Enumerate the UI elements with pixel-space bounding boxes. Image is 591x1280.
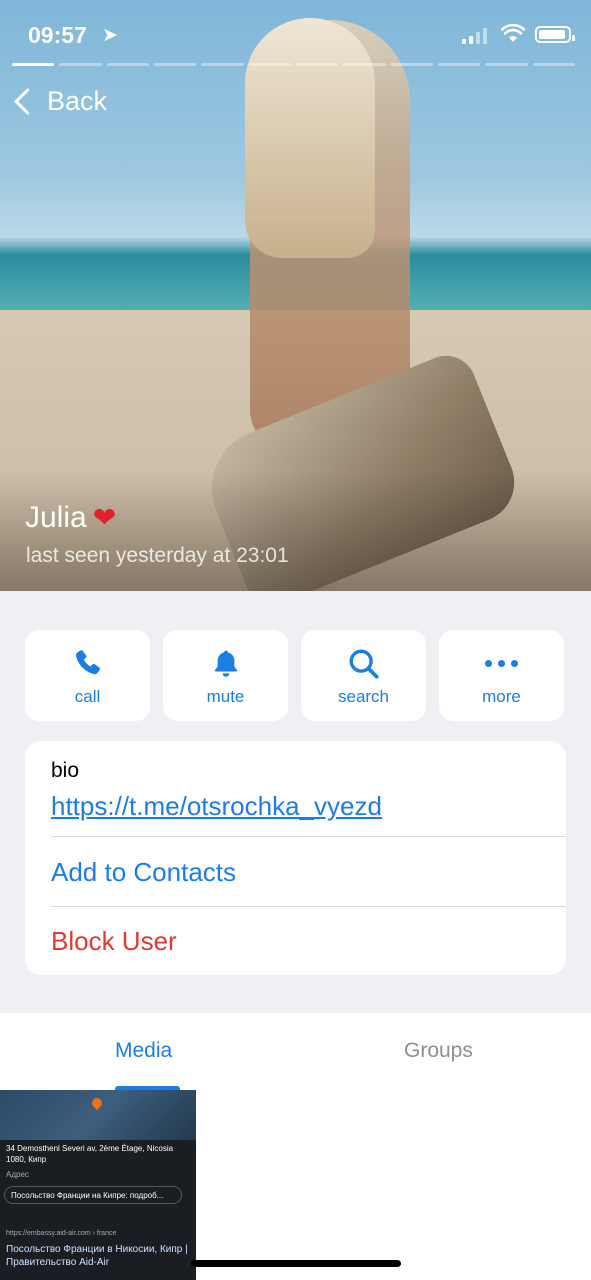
thumb-address: 34 Demosthenl Severi av, 2ème Étage, Nic… xyxy=(6,1144,174,1164)
phone-icon xyxy=(75,649,100,674)
action-bar: call mute search more xyxy=(25,630,566,721)
more-icon xyxy=(485,660,518,667)
map-pin-icon xyxy=(89,1095,105,1111)
thumb-source: https://embassy.aid-air.com › france xyxy=(6,1230,117,1237)
search-label: search xyxy=(337,686,390,706)
add-to-contacts-button[interactable]: Add to Contacts xyxy=(51,857,236,888)
back-button[interactable]: Back xyxy=(12,86,107,117)
block-user-button[interactable]: Block User xyxy=(51,926,177,957)
story-progress xyxy=(12,63,575,67)
divider xyxy=(51,836,566,837)
more-button[interactable]: more xyxy=(439,630,564,721)
mute-button[interactable]: mute xyxy=(163,630,288,721)
bio-link[interactable]: https://t.me/otsrochka_vyezd xyxy=(51,791,382,822)
call-button[interactable]: call xyxy=(25,630,150,721)
tab-groups[interactable]: Groups xyxy=(404,1039,473,1063)
heart-icon: ❤ xyxy=(92,502,117,533)
bio-label: bio xyxy=(51,759,80,782)
status-time: 09:57 xyxy=(28,22,87,48)
profile-name: Julia ❤ xyxy=(25,501,117,534)
status-bar: 09:57 ➤ xyxy=(28,22,575,52)
wifi-icon xyxy=(501,24,525,42)
media-tabs: Media Groups xyxy=(0,1013,591,1091)
last-seen: last seen yesterday at 23:01 xyxy=(26,544,289,567)
call-label: call xyxy=(74,686,101,706)
info-card: bio https://t.me/otsrochka_vyezd Add to … xyxy=(25,741,566,975)
media-grid: 34 Demosthenl Severi av, 2ème Étage, Nic… xyxy=(0,1090,591,1280)
more-label: more xyxy=(482,686,521,706)
media-thumbnail[interactable]: 34 Demosthenl Severi av, 2ème Étage, Nic… xyxy=(0,1090,196,1280)
tab-media[interactable]: Media xyxy=(115,1039,172,1063)
divider xyxy=(51,906,566,907)
chevron-left-icon xyxy=(14,88,41,115)
thumb-address-label: Адрес xyxy=(6,1170,29,1179)
battery-icon xyxy=(535,26,575,43)
profile-photo[interactable]: 09:57 ➤ Back Julia ❤ last seen yesterday … xyxy=(0,0,591,591)
search-icon xyxy=(349,649,379,679)
search-button[interactable]: search xyxy=(301,630,426,721)
signal-icon xyxy=(462,28,487,44)
home-indicator[interactable] xyxy=(191,1260,401,1267)
bell-icon xyxy=(214,650,237,677)
mute-label: mute xyxy=(206,686,245,706)
photo-hair xyxy=(245,18,375,258)
back-label: Back xyxy=(47,86,108,116)
thumb-headline: Посольство Франции в Никосии, Кипр | Пра… xyxy=(6,1244,188,1268)
map-preview xyxy=(0,1090,196,1140)
location-arrow-icon: ➤ xyxy=(102,25,118,46)
thumb-chip: Посольство Франции на Кипре: подроб... xyxy=(4,1186,182,1204)
